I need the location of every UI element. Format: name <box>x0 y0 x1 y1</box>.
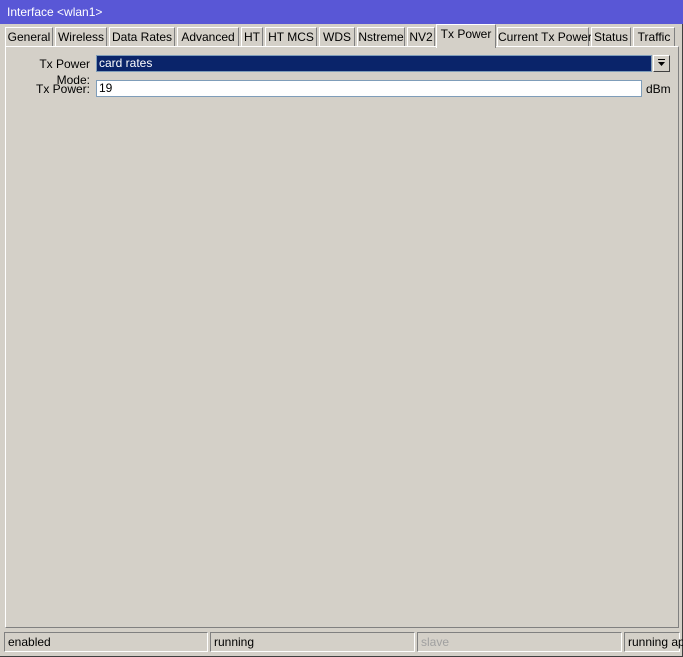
dropdown-arrow-icon[interactable] <box>653 55 670 72</box>
status-running: running <box>210 632 415 652</box>
tab-advanced[interactable]: Advanced <box>177 27 239 47</box>
tab-ht-mcs[interactable]: HT MCS <box>265 27 317 47</box>
status-slave: slave <box>417 632 622 652</box>
status-mode: running ap <box>624 632 683 652</box>
status-enabled: enabled <box>4 632 208 652</box>
tx-power-input[interactable]: 19 <box>96 80 642 97</box>
status-bar: enabled running slave running ap <box>0 631 683 653</box>
tab-nstreme[interactable]: Nstreme <box>357 27 405 47</box>
tab-ht[interactable]: HT <box>241 27 263 47</box>
window-title: Interface <wlan1> <box>0 0 683 24</box>
tab-data-rates[interactable]: Data Rates <box>109 27 175 47</box>
tx-power-unit: dBm <box>646 82 671 96</box>
tx-power-panel <box>5 46 679 628</box>
tab-nv2[interactable]: NV2 <box>407 27 435 47</box>
interface-window: Interface <wlan1> General Wireless Data … <box>0 0 683 657</box>
tab-traffic[interactable]: Traffic <box>633 27 675 47</box>
tab-tx-power[interactable]: Tx Power <box>436 24 496 48</box>
tab-current-tx-power[interactable]: Current Tx Power <box>497 27 592 47</box>
tab-general[interactable]: General <box>5 27 53 47</box>
tab-status[interactable]: Status <box>591 27 631 47</box>
tx-power-label: Tx Power: <box>35 82 90 96</box>
tab-bar: General Wireless Data Rates Advanced HT … <box>5 24 677 48</box>
tx-power-mode-select[interactable]: card rates <box>96 55 652 72</box>
tab-wds[interactable]: WDS <box>319 27 355 47</box>
tab-wireless[interactable]: Wireless <box>55 27 107 47</box>
